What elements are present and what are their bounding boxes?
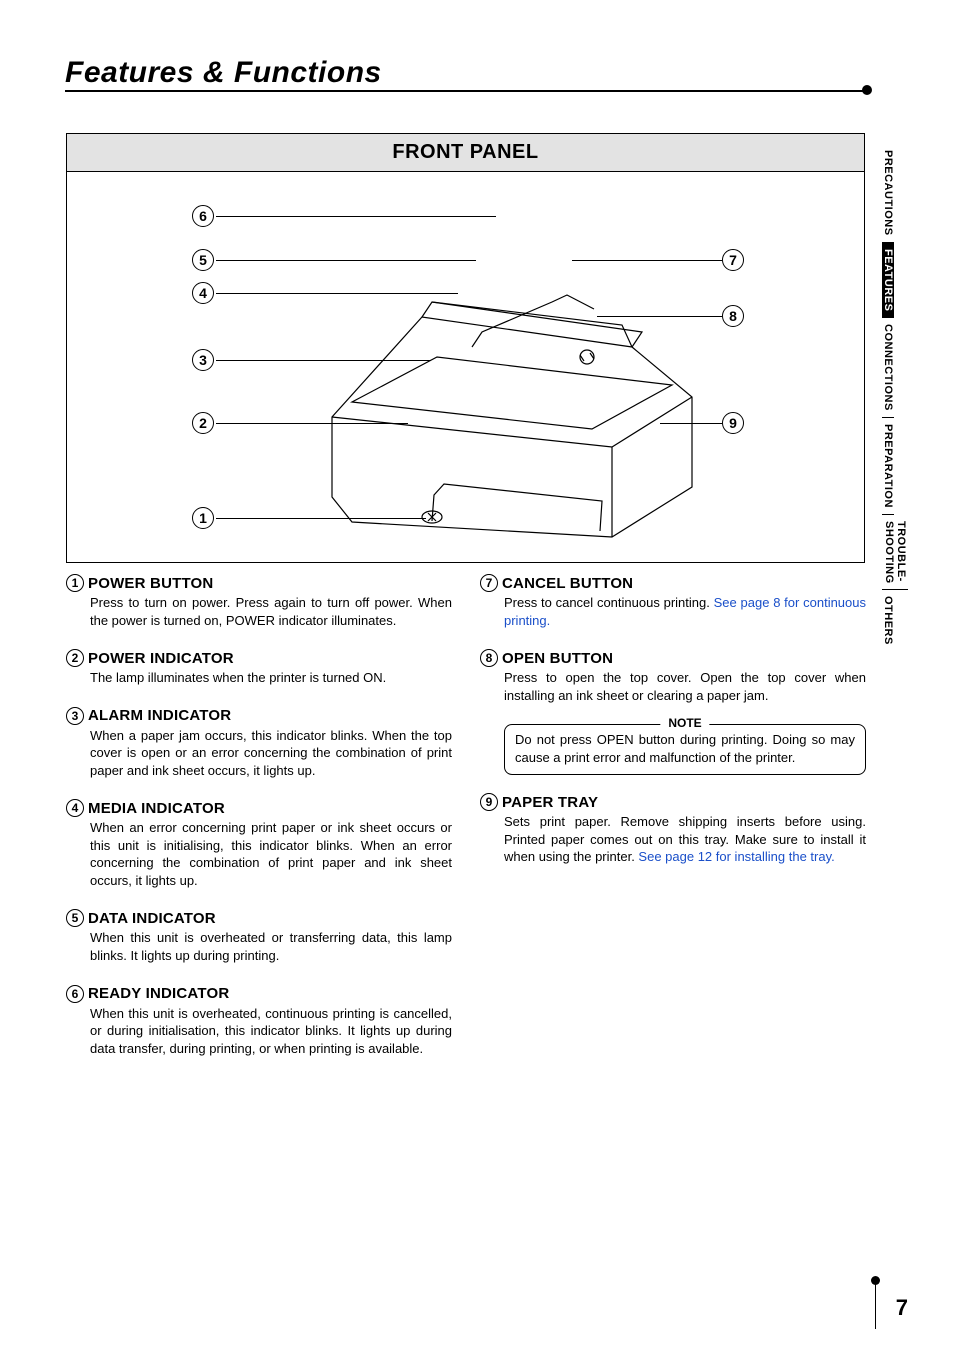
- item-8: 8OPEN BUTTON Press to open the top cover.…: [480, 649, 866, 704]
- note-text: Do not press OPEN button during printing…: [515, 731, 855, 766]
- link-page-12[interactable]: See page 12 for installing the tray.: [638, 849, 834, 864]
- item-body: Press to turn on power. Press again to t…: [66, 594, 452, 629]
- tab-connections[interactable]: CONNECTIONS: [882, 318, 894, 418]
- link-page-8[interactable]: See page 8 for continuous printing.: [504, 595, 866, 628]
- item-3: 3ALARM INDICATOR When a paper jam occurs,…: [66, 707, 452, 780]
- item-num: 2: [66, 649, 84, 667]
- item-7: 7CANCEL BUTTON Press to cancel continuous…: [480, 574, 866, 629]
- item-2: 2POWER INDICATOR The lamp illuminates whe…: [66, 649, 452, 687]
- description-columns: 1POWER BUTTON Press to turn on power. Pre…: [66, 574, 866, 1077]
- item-title: READY INDICATOR: [88, 985, 229, 1002]
- tab-trouble-[interactable]: SHOOTINGTROUBLE-: [882, 515, 908, 591]
- item-num: 4: [66, 799, 84, 817]
- item-num: 3: [66, 707, 84, 725]
- page-number: 7: [896, 1295, 908, 1321]
- item-title: OPEN BUTTON: [502, 650, 613, 667]
- page-title: Features & Functions: [65, 56, 382, 90]
- right-column: 7CANCEL BUTTON Press to cancel continuous…: [480, 574, 866, 1077]
- title-dot: [862, 85, 872, 95]
- item-body: When an error concerning print paper or …: [66, 819, 452, 889]
- item-body: The lamp illuminates when the printer is…: [66, 669, 452, 687]
- item-title: POWER BUTTON: [88, 575, 213, 592]
- item-9: 9PAPER TRAY Sets print paper. Remove ship…: [480, 793, 866, 866]
- item-body: When this unit is overheated, continuous…: [66, 1005, 452, 1058]
- item-5: 5DATA INDICATOR When this unit is overhea…: [66, 909, 452, 964]
- item-num: 6: [66, 985, 84, 1003]
- item-body: Press to open the top cover. Open the to…: [480, 669, 866, 704]
- side-tabs: PRECAUTIONSFEATURESCONNECTIONSPREPARATIO…: [882, 144, 908, 651]
- printer-diagram: 1 2 3 4 5 6 7 8 9: [132, 187, 802, 557]
- item-6: 6READY INDICATOR When this unit is overhe…: [66, 985, 452, 1058]
- item-body: When a paper jam occurs, this indicator …: [66, 727, 452, 780]
- item-num: 1: [66, 574, 84, 592]
- title-rule: [65, 90, 865, 92]
- item-title: CANCEL BUTTON: [502, 575, 633, 592]
- item-num: 8: [480, 649, 498, 667]
- tab-others[interactable]: OTHERS: [882, 590, 894, 651]
- tab-precautions[interactable]: PRECAUTIONS: [882, 144, 894, 243]
- item-title: DATA INDICATOR: [88, 910, 216, 927]
- item-num: 5: [66, 909, 84, 927]
- note-label: NOTE: [660, 716, 709, 730]
- item-body: Sets print paper. Remove shipping insert…: [480, 813, 866, 866]
- front-panel-box: FRONT PANEL 1 2 3 4 5 6 7 8 9: [66, 133, 865, 563]
- item-title: MEDIA INDICATOR: [88, 800, 225, 817]
- item-title: PAPER TRAY: [502, 794, 598, 811]
- item-title: POWER INDICATOR: [88, 650, 234, 667]
- tab-preparation[interactable]: PREPARATION: [882, 418, 894, 515]
- item-title: ALARM INDICATOR: [88, 707, 231, 724]
- panel-heading: FRONT PANEL: [67, 134, 864, 172]
- left-column: 1POWER BUTTON Press to turn on power. Pre…: [66, 574, 452, 1077]
- item-1: 1POWER BUTTON Press to turn on power. Pre…: [66, 574, 452, 629]
- panel-body: 1 2 3 4 5 6 7 8 9: [67, 172, 864, 562]
- note-box: NOTEDo not press OPEN button during prin…: [504, 724, 866, 775]
- printer-svg: [132, 187, 802, 557]
- item-num: 9: [480, 793, 498, 811]
- item-4: 4MEDIA INDICATOR When an error concerning…: [66, 799, 452, 889]
- item-body: Press to cancel continuous printing. See…: [480, 594, 866, 629]
- item-body: When this unit is overheated or transfer…: [66, 929, 452, 964]
- item-num: 7: [480, 574, 498, 592]
- page-number-rule: [875, 1283, 876, 1329]
- tab-features[interactable]: FEATURES: [882, 243, 894, 318]
